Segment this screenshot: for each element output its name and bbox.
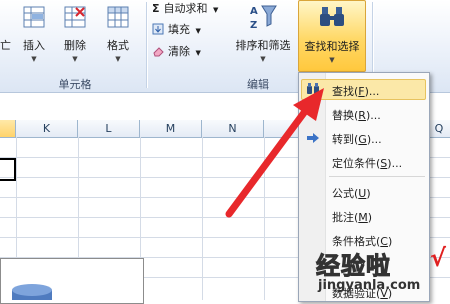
checkmark-icon: √ (430, 244, 447, 272)
watermark-title: 经验啦 (316, 252, 391, 281)
watermark-url: jingyanla.com (318, 278, 421, 293)
